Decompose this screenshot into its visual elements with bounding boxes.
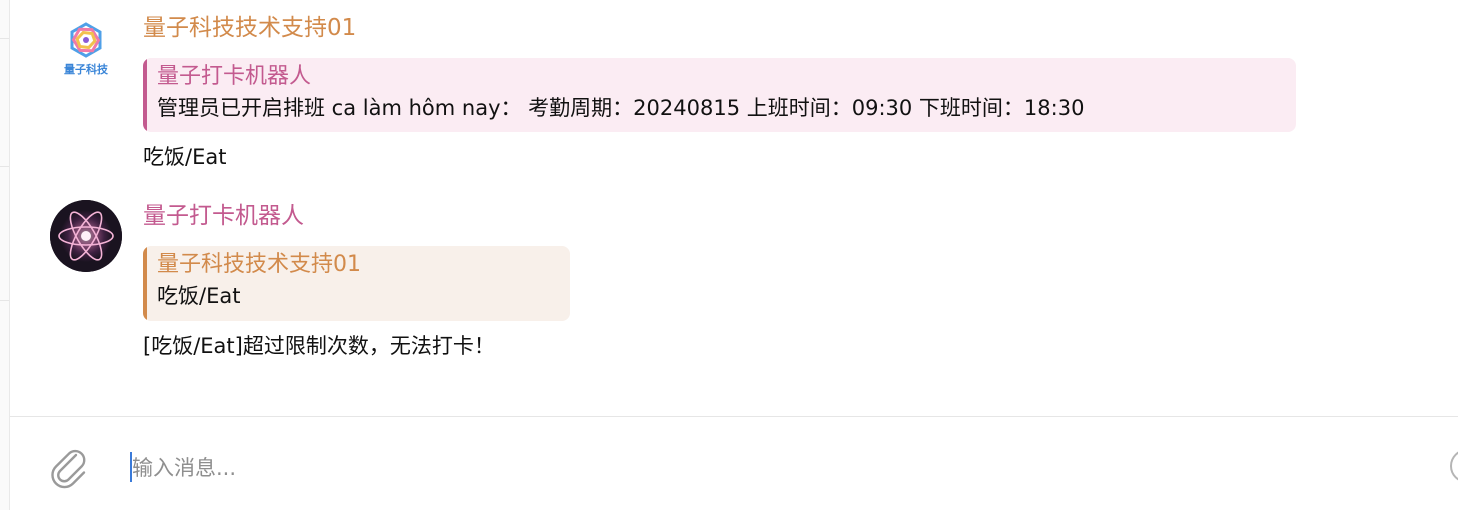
- quote-author: 量子科技技术支持01: [157, 252, 361, 277]
- avatar[interactable]: 量子科技: [50, 14, 122, 86]
- left-rail: [0, 0, 10, 510]
- atom-avatar-icon: [50, 200, 122, 272]
- quote-author: 量子打卡机器人: [157, 64, 312, 89]
- message-text: [吃饭/Eat]超过限制次数，无法打卡！: [143, 334, 495, 358]
- message-input-wrapper: [128, 447, 1434, 489]
- message-input[interactable]: [128, 447, 1434, 489]
- rail-divider: [0, 38, 9, 39]
- rail-divider: [0, 300, 9, 301]
- quote-text: 管理员已开启排班 ca làm hôm nay： 考勤周期：20240815 上…: [157, 96, 1085, 120]
- quoted-message[interactable]: 量子打卡机器人 管理员已开启排班 ca làm hôm nay： 考勤周期：20…: [143, 58, 1296, 132]
- quote-text: 吃饭/Eat: [157, 284, 241, 308]
- message-text: 吃饭/Eat: [143, 145, 227, 169]
- rail-divider: [0, 166, 9, 167]
- text-caret: [130, 452, 132, 482]
- avatar[interactable]: [50, 200, 122, 272]
- quoted-message[interactable]: 量子科技技术支持01 吃饭/Eat: [143, 246, 570, 321]
- paperclip-icon: [51, 449, 86, 489]
- chat-window: 量子科技 量子科技技术支持01 量子打卡机器人 管理员已开启排班 ca làm …: [0, 0, 1458, 510]
- avatar-label: 量子科技: [64, 63, 108, 76]
- emoji-button[interactable]: [1450, 449, 1458, 483]
- sender-name[interactable]: 量子科技技术支持01: [143, 14, 356, 42]
- message-composer: [10, 416, 1458, 510]
- attach-button[interactable]: [46, 443, 92, 489]
- sender-name[interactable]: 量子打卡机器人: [143, 202, 304, 230]
